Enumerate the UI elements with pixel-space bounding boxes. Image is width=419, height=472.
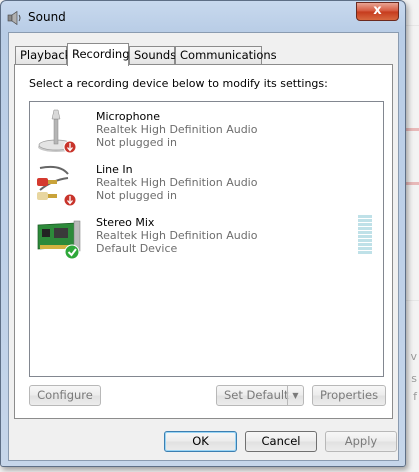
speaker-icon [7,10,21,26]
device-status: Default Device [96,242,178,255]
recording-tab-panel: Select a recording device below to modif… [14,64,393,419]
instruction-text: Select a recording device below to modif… [29,77,328,90]
bg-red-mark [405,182,419,185]
device-name: Microphone [96,110,161,123]
microphone-icon [38,109,77,154]
tab-sounds[interactable]: Sounds [129,46,176,65]
sound-card-icon [37,220,81,260]
device-status: Not plugged in [96,189,178,202]
line-in-cable-icon [37,165,77,207]
bg-red-mark [405,128,419,131]
properties-button[interactable]: Properties [312,385,386,406]
device-description: Realtek High Definition Audio [96,229,258,242]
tab-playback[interactable]: Playback [15,46,71,65]
chevron-down-icon[interactable]: ▼ [287,386,303,405]
device-item-microphone[interactable]: Microphone Realtek High Definition Audio… [30,106,370,158]
bg-text: s [411,372,417,385]
device-status: Not plugged in [96,136,178,149]
device-name: Stereo Mix [96,216,155,229]
tab-recording[interactable]: Recording [67,43,130,66]
level-meter [358,215,372,255]
title-bar[interactable]: Sound x [1,1,405,31]
configure-button[interactable]: Configure [29,385,101,406]
dialog-client-area: Playback Recording Sounds Communications… [8,32,399,461]
tab-communications[interactable]: Communications [175,46,277,65]
set-default-split-button[interactable]: Set Default ▼ [216,385,304,406]
set-default-label: Set Default [224,388,289,402]
device-description: Realtek High Definition Audio [96,176,258,189]
bg-text: v [410,350,417,363]
device-name: Line In [96,163,133,176]
close-button[interactable]: x [356,2,399,21]
ok-button[interactable]: OK [164,431,237,452]
device-item-line-in[interactable]: Line In Realtek High Definition Audio No… [30,159,370,211]
device-item-stereo-mix[interactable]: Stereo Mix Realtek High Definition Audio… [30,212,370,264]
apply-button[interactable]: Apply [325,431,397,452]
sound-dialog: Sound x Playback Recording Sounds Commun… [0,0,406,467]
bg-text: f [413,390,417,403]
window-title: Sound [28,10,66,24]
recording-device-list[interactable]: Microphone Realtek High Definition Audio… [29,101,384,377]
device-description: Realtek High Definition Audio [96,123,258,136]
cancel-button[interactable]: Cancel [245,431,317,452]
close-icon: x [373,3,382,18]
